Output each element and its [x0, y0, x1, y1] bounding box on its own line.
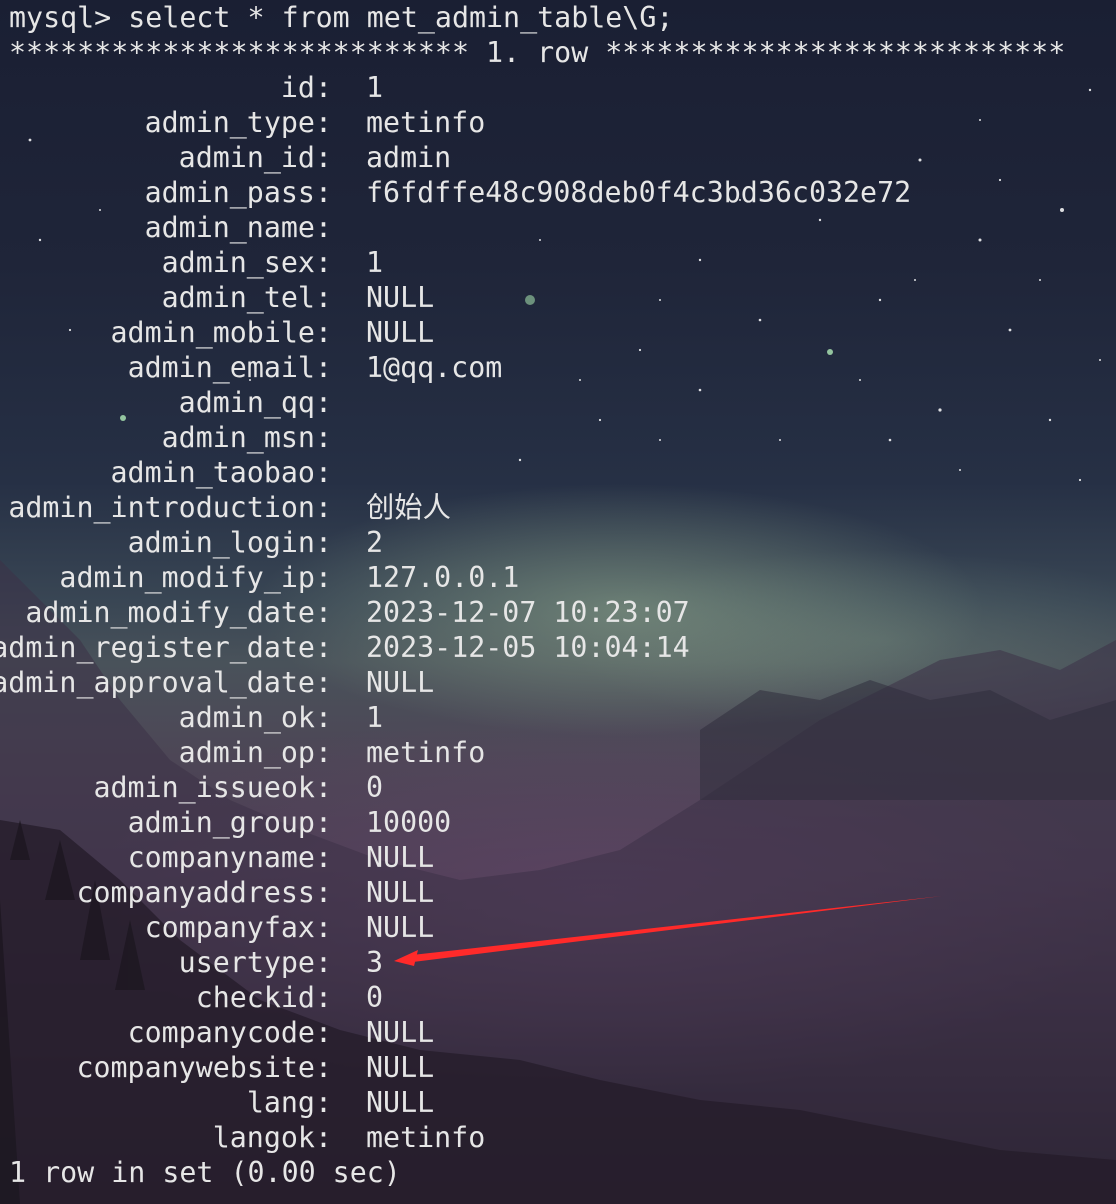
table-row: companyname: NULL — [0, 840, 1100, 875]
table-row: lang: NULL — [0, 1085, 1100, 1120]
field-value: NULL — [366, 1086, 435, 1119]
table-row: admin_sex: 1 — [0, 245, 1100, 280]
field-name: admin_pass: — [144, 176, 332, 209]
field-value: NULL — [366, 666, 435, 699]
row-header: *************************** 1. row *****… — [9, 36, 1066, 69]
field-name: companyfax: — [144, 911, 332, 944]
table-row: admin_register_date: 2023-12-05 10:04:14 — [0, 630, 1100, 665]
table-row: admin_group: 10000 — [0, 805, 1100, 840]
table-row: admin_modify_date: 2023-12-07 10:23:07 — [0, 595, 1100, 630]
field-value: 1@qq.com — [366, 351, 503, 384]
table-row: admin_approval_date: NULL — [0, 665, 1100, 700]
table-row: admin_type: metinfo — [0, 105, 1100, 140]
field-value: metinfo — [366, 1121, 486, 1154]
table-row: admin_tel: NULL — [0, 280, 1100, 315]
field-name: admin_modify_ip: — [59, 561, 332, 594]
mysql-terminal-output: mysql> select * from met_admin_table\G; … — [0, 0, 1116, 1204]
field-name: companycode: — [127, 1016, 332, 1049]
field-name: admin_register_date: — [0, 631, 332, 664]
field-name: admin_mobile: — [110, 316, 332, 349]
table-row: admin_mobile: NULL — [0, 315, 1100, 350]
field-value: 2023-12-05 10:04:14 — [366, 631, 690, 664]
field-name: id: — [280, 71, 332, 104]
field-value: 2023-12-07 10:23:07 — [366, 596, 690, 629]
field-value: NULL — [366, 876, 435, 909]
table-row: admin_login: 2 — [0, 525, 1100, 560]
field-name: admin_msn: — [161, 421, 332, 454]
field-name: admin_modify_date: — [25, 596, 332, 629]
field-name: admin_approval_date: — [0, 666, 332, 699]
table-row: admin_introduction: 创始人 — [0, 490, 1100, 525]
field-name: admin_introduction: — [8, 491, 332, 524]
table-row: checkid: 0 — [0, 980, 1100, 1015]
field-value: NULL — [366, 316, 435, 349]
table-row: companyaddress: NULL — [0, 875, 1100, 910]
table-row: admin_taobao: — [0, 455, 1100, 490]
field-name: admin_sex: — [161, 246, 332, 279]
field-name: usertype: — [178, 946, 332, 979]
field-name: admin_op: — [178, 736, 332, 769]
table-row: admin_ok: 1 — [0, 700, 1100, 735]
field-name: admin_name: — [144, 211, 332, 244]
table-row: companywebsite: NULL — [0, 1050, 1100, 1085]
table-row: admin_id: admin — [0, 140, 1100, 175]
query-footer: 1 row in set (0.00 sec) — [9, 1156, 401, 1189]
field-value: 1 — [366, 71, 384, 104]
table-row: id: 1 — [0, 70, 1100, 105]
field-value: NULL — [366, 281, 435, 314]
field-value: 2 — [366, 526, 384, 559]
field-name: companywebsite: — [76, 1051, 332, 1084]
field-name: companyaddress: — [76, 876, 332, 909]
field-name: admin_login: — [127, 526, 332, 559]
table-row: admin_pass: f6fdffe48c908deb0f4c3bd36c032… — [0, 175, 1100, 210]
field-name: lang: — [246, 1086, 332, 1119]
field-value: metinfo — [366, 736, 486, 769]
field-name: admin_id: — [178, 141, 332, 174]
table-row: admin_modify_ip: 127.0.0.1 — [0, 560, 1100, 595]
table-row: admin_op: metinfo — [0, 735, 1100, 770]
field-name: langok: — [212, 1121, 332, 1154]
field-value: NULL — [366, 841, 435, 874]
field-value: NULL — [366, 1051, 435, 1084]
field-name: admin_ok: — [178, 701, 332, 734]
field-value: f6fdffe48c908deb0f4c3bd36c032e72 — [366, 176, 912, 209]
field-name: admin_email: — [127, 351, 332, 384]
field-value: 3 — [366, 946, 384, 979]
command-line: mysql> select * from met_admin_table\G; — [9, 1, 674, 34]
field-value: NULL — [366, 911, 435, 944]
field-value: NULL — [366, 1016, 435, 1049]
field-value: 1 — [366, 246, 384, 279]
field-name: admin_qq: — [178, 386, 332, 419]
field-value: 0 — [366, 981, 384, 1014]
table-row: companycode: NULL — [0, 1015, 1100, 1050]
table-row: admin_issueok: 0 — [0, 770, 1100, 805]
table-row: langok: metinfo — [0, 1120, 1100, 1155]
table-row: admin_msn: — [0, 420, 1100, 455]
table-row: admin_qq: — [0, 385, 1100, 420]
field-value: 0 — [366, 771, 384, 804]
field-name: admin_tel: — [161, 281, 332, 314]
field-name: companyname: — [127, 841, 332, 874]
field-value: 10000 — [366, 806, 452, 839]
table-row: admin_email: 1@qq.com — [0, 350, 1100, 385]
field-value: admin — [366, 141, 452, 174]
table-row: companyfax: NULL — [0, 910, 1100, 945]
table-row: admin_name: — [0, 210, 1100, 245]
field-name: admin_group: — [127, 806, 332, 839]
table-row: usertype: 3 — [0, 945, 1100, 980]
field-name: admin_issueok: — [93, 771, 332, 804]
field-value: 1 — [366, 701, 384, 734]
field-name: admin_taobao: — [110, 456, 332, 489]
field-value: 创始人 — [366, 491, 451, 524]
field-value: 127.0.0.1 — [366, 561, 520, 594]
field-name: checkid: — [195, 981, 332, 1014]
field-name: admin_type: — [144, 106, 332, 139]
field-value: metinfo — [366, 106, 486, 139]
